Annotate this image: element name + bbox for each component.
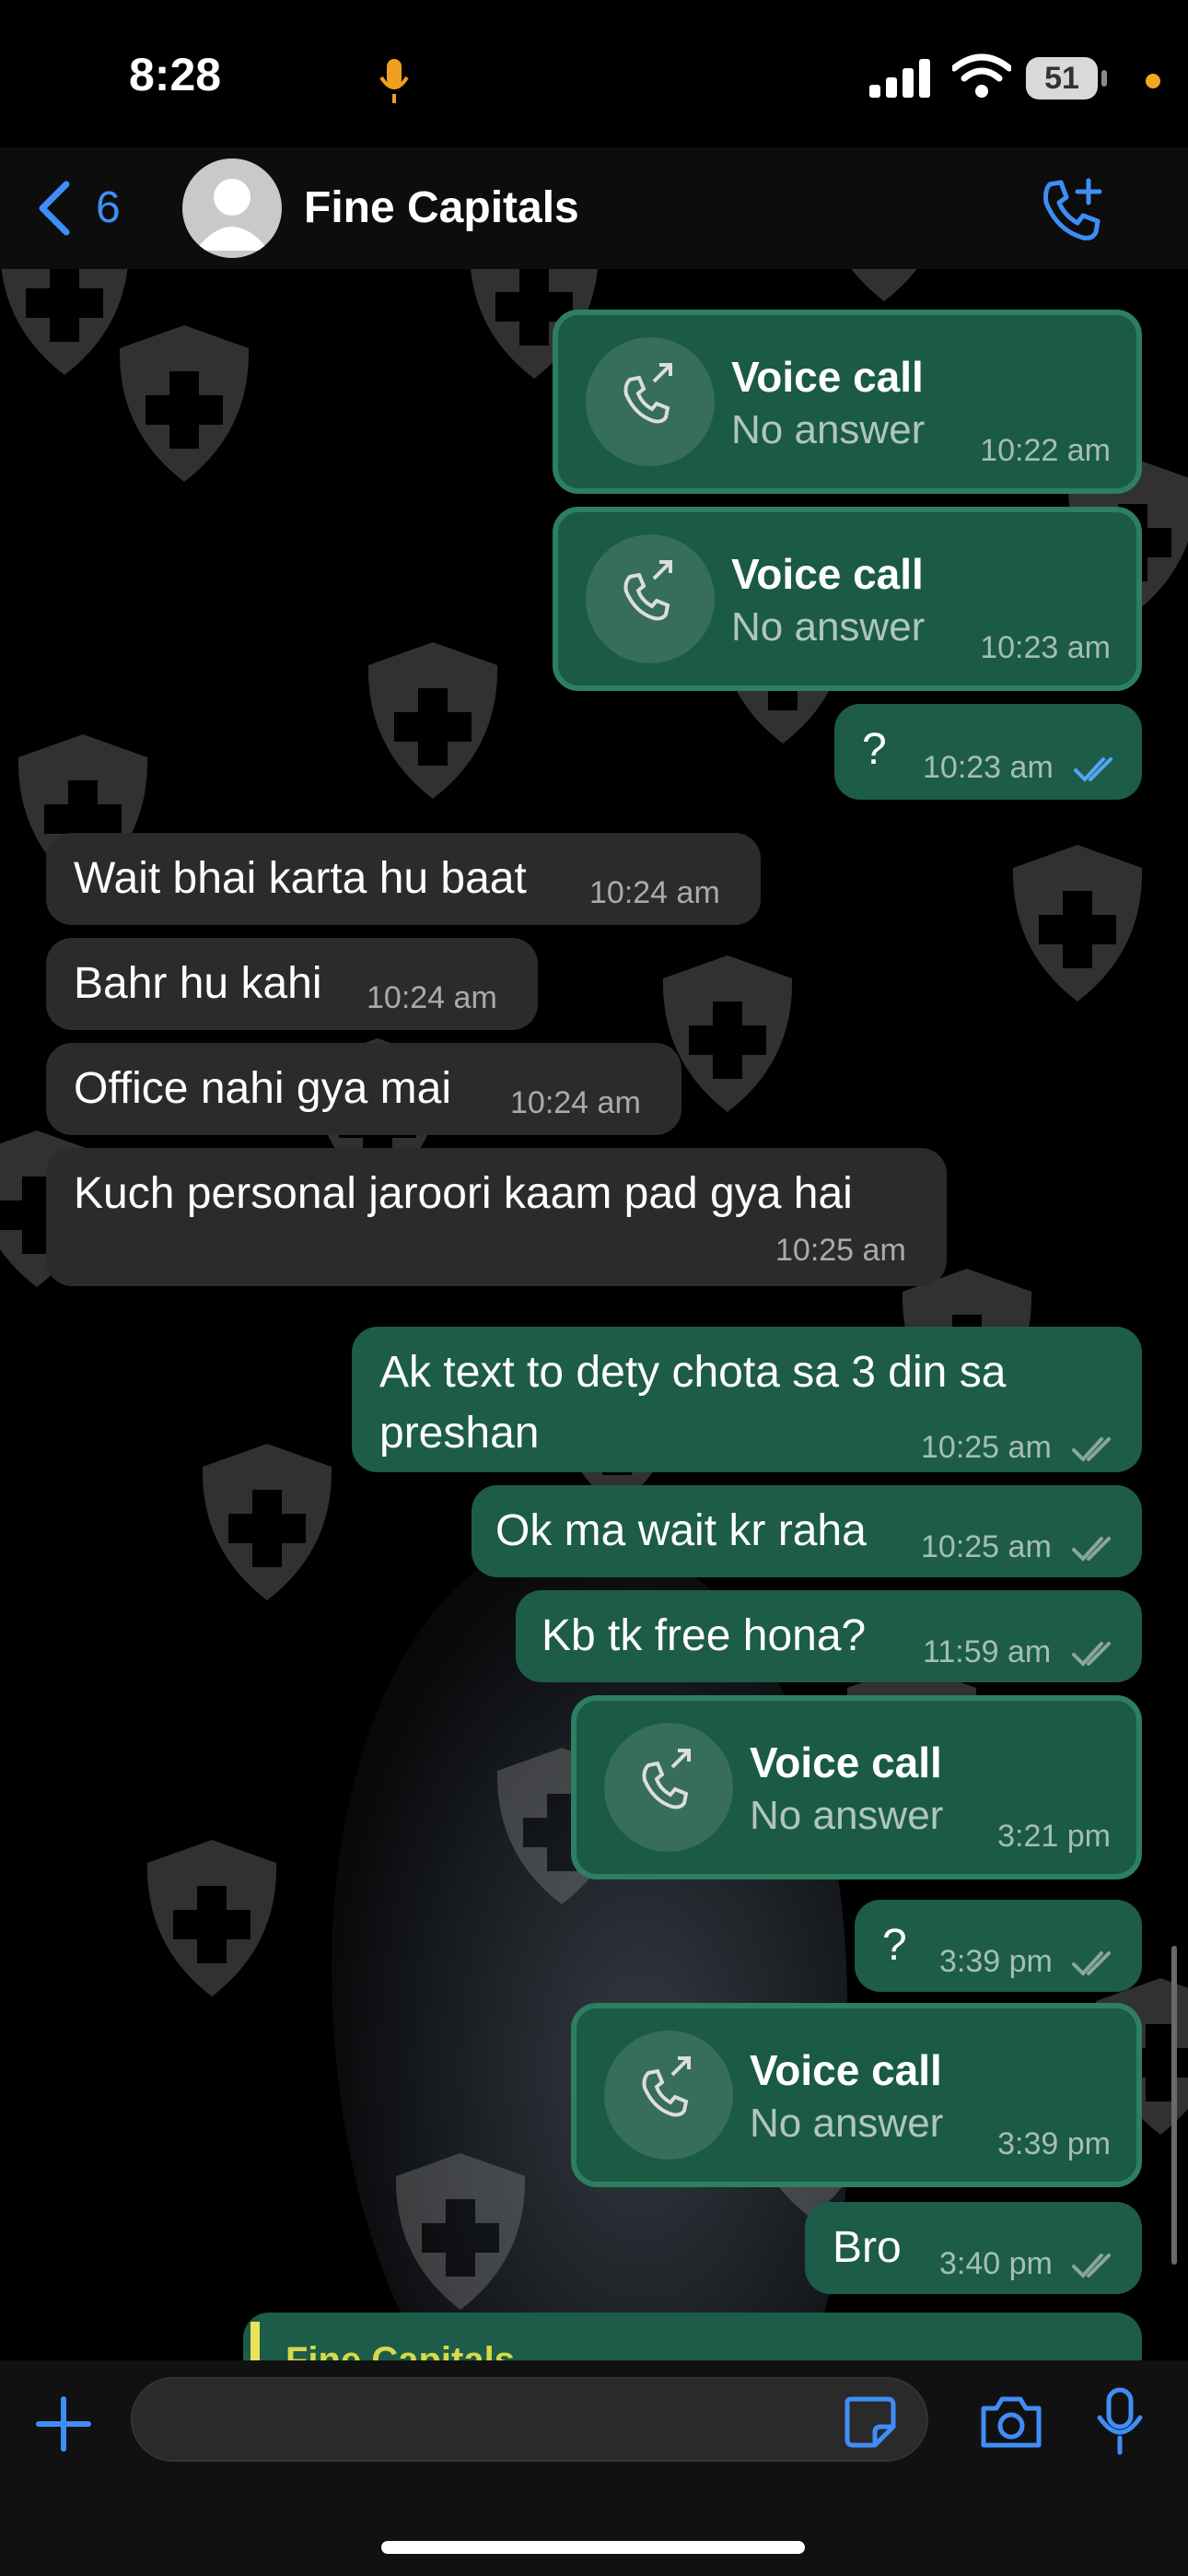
wifi-icon: [952, 53, 1011, 98]
call-icon-circle: [586, 337, 715, 466]
call-icon-circle: [604, 1723, 733, 1852]
mic-active-icon: [379, 59, 409, 103]
call-message[interactable]: Voice call No answer 10:22 am: [553, 310, 1142, 494]
shield-watermark-icon: [367, 642, 498, 799]
signal-icon: [869, 59, 930, 98]
message-text: Wait bhai karta hu baat: [74, 854, 527, 903]
outgoing-message[interactable]: Ok ma wait kr raha 10:25 am: [472, 1485, 1142, 1577]
message-time: 11:59 am: [923, 1634, 1052, 1669]
back-unread-count[interactable]: 6: [96, 182, 121, 233]
outgoing-call-icon: [642, 2056, 691, 2117]
call-title: Voice call: [750, 2046, 942, 2094]
call-status: No answer: [750, 1793, 944, 1838]
outgoing-message[interactable]: ? 3:39 pm: [855, 1900, 1142, 1992]
delivered-ticks-icon: [1072, 2254, 1111, 2278]
message-text: Bahr hu kahi: [74, 959, 322, 1008]
outgoing-message[interactable]: ? 10:23 am: [834, 704, 1142, 800]
message-text: Ak text to dety chota sa 3 din sa: [379, 1348, 1007, 1397]
message-text: Ok ma wait kr raha: [495, 1506, 867, 1555]
avatar[interactable]: [182, 158, 282, 258]
outgoing-message[interactable]: Kb tk free hona? 11:59 am: [516, 1590, 1142, 1682]
message-text: Kuch personal jaroori kaam pad gya hai: [74, 1169, 853, 1218]
read-ticks-icon: [1074, 757, 1112, 782]
chat-header: [0, 147, 1188, 271]
call-message[interactable]: Voice call No answer 3:21 pm: [571, 1695, 1142, 1879]
microphone-icon[interactable]: [1094, 2386, 1146, 2456]
message-time: 3:39 pm: [997, 2126, 1111, 2161]
shield-watermark-icon: [146, 1840, 277, 1996]
quote-accent-bar: [250, 2322, 260, 2360]
sticker-icon[interactable]: [842, 2394, 897, 2449]
message-text: Bro: [833, 2223, 902, 2272]
call-status: No answer: [750, 2101, 944, 2146]
message-text: preshan: [379, 1409, 540, 1458]
shield-watermark-icon: [395, 2153, 526, 2310]
incoming-message[interactable]: Bahr hu kahi 10:24 am: [46, 938, 538, 1030]
outgoing-call-icon: [623, 363, 672, 424]
message-time: 3:39 pm: [939, 1944, 1053, 1979]
message-time: 10:25 am: [921, 1430, 1052, 1465]
home-indicator[interactable]: [381, 2541, 805, 2554]
call-icon-circle: [604, 2031, 733, 2160]
phone-plus-icon[interactable]: [1037, 175, 1107, 245]
battery-indicator: 51: [1026, 57, 1098, 100]
message-time: 10:23 am: [980, 630, 1111, 665]
call-message[interactable]: Voice call No answer 10:23 am: [553, 507, 1142, 691]
outgoing-message[interactable]: Ak text to dety chota sa 3 din sa presha…: [352, 1327, 1142, 1472]
incoming-message[interactable]: Wait bhai karta hu baat 10:24 am: [46, 833, 761, 925]
message-time: 10:24 am: [589, 875, 720, 910]
call-status: No answer: [731, 407, 926, 452]
message-time: 10:24 am: [510, 1085, 641, 1120]
delivered-ticks-icon: [1072, 1537, 1111, 1562]
chevron-left-icon[interactable]: [33, 179, 74, 238]
message-time: 10:25 am: [921, 1529, 1052, 1564]
call-title: Voice call: [731, 550, 924, 598]
shield-watermark-icon: [119, 325, 250, 482]
battery-tip: [1101, 70, 1107, 87]
message-text: Office nahi gya mai: [74, 1064, 451, 1113]
dynamic-island: [341, 31, 827, 131]
delivered-ticks-icon: [1072, 1642, 1111, 1667]
incoming-message[interactable]: Kuch personal jaroori kaam pad gya hai 1…: [46, 1148, 947, 1286]
quoted-sender-name: Fine Capitals: [285, 2340, 515, 2360]
message-time: 10:23 am: [923, 750, 1054, 785]
message-time: 3:40 pm: [939, 2246, 1053, 2281]
message-text: ?: [862, 725, 887, 774]
message-list[interactable]: Voice call No answer 10:22 am Voice call…: [0, 269, 1188, 2360]
call-icon-circle: [586, 534, 715, 663]
message-time: 10:22 am: [980, 433, 1111, 468]
message-input[interactable]: [131, 2377, 928, 2462]
shield-watermark-icon: [1012, 845, 1143, 1001]
scrollbar[interactable]: [1171, 1946, 1177, 2265]
camera-icon[interactable]: [978, 2394, 1044, 2451]
call-title: Voice call: [731, 353, 924, 401]
outgoing-call-icon: [623, 560, 672, 621]
call-status: No answer: [731, 604, 926, 650]
plus-icon[interactable]: [33, 2394, 94, 2454]
status-time: 8:28: [129, 49, 222, 100]
message-text: Kb tk free hona?: [542, 1611, 867, 1660]
incoming-message[interactable]: Office nahi gya mai 10:24 am: [46, 1043, 681, 1135]
person-icon: [195, 179, 269, 251]
shield-watermark-icon: [202, 1444, 332, 1600]
delivered-ticks-icon: [1072, 1951, 1111, 1976]
message-time: 3:21 pm: [997, 1819, 1111, 1854]
outgoing-call-icon: [642, 1749, 691, 1809]
call-title: Voice call: [750, 1739, 942, 1786]
shield-watermark-icon: [851, 269, 917, 301]
privacy-indicator: [1146, 74, 1160, 88]
message-time: 10:24 am: [367, 980, 497, 1015]
contact-name[interactable]: Fine Capitals: [304, 182, 579, 233]
call-message[interactable]: Voice call No answer 3:39 pm: [571, 2003, 1142, 2187]
outgoing-message[interactable]: Bro 3:40 pm: [805, 2202, 1142, 2294]
delivered-ticks-icon: [1072, 1437, 1111, 1462]
message-text: ?: [882, 1921, 907, 1970]
message-time: 10:25 am: [775, 1233, 906, 1268]
